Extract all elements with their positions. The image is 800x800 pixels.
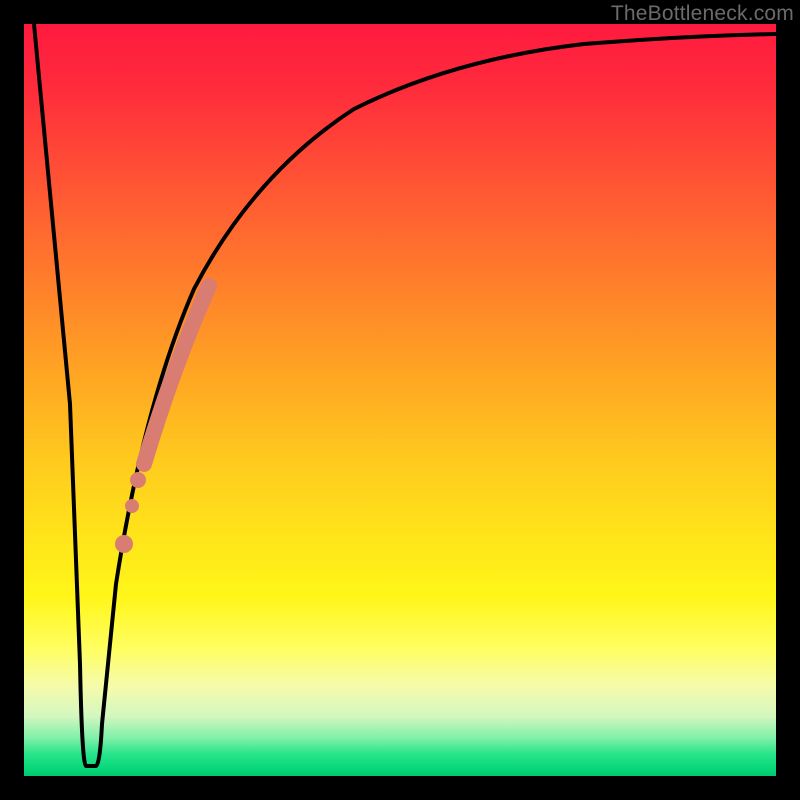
plot-area	[24, 24, 776, 776]
curve-path	[34, 24, 776, 766]
watermark-text: TheBottleneck.com	[611, 2, 794, 26]
highlight-dot	[130, 472, 146, 488]
highlight-dot	[125, 499, 139, 513]
highlight-band	[144, 286, 209, 464]
highlight-dot	[115, 535, 133, 553]
chart-frame: TheBottleneck.com	[0, 0, 800, 800]
bottleneck-curve	[24, 24, 776, 776]
